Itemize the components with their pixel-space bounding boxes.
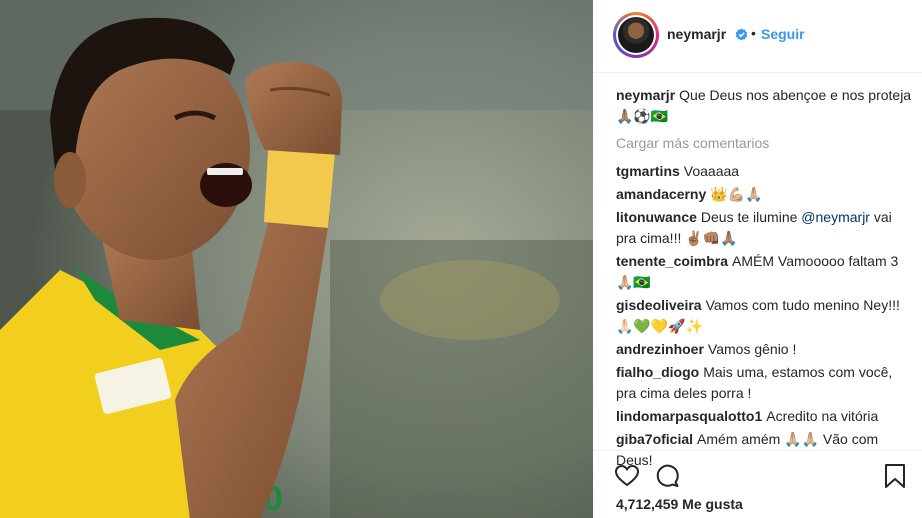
comment-text: Acredito na vitória (766, 408, 879, 424)
comment-username[interactable]: lindomarpasqualotto1 (616, 408, 762, 424)
comment-username[interactable]: litonuwance (616, 209, 697, 225)
comment-username[interactable]: andrezinhoer (616, 341, 704, 357)
comment-icon[interactable] (654, 463, 680, 489)
load-more-comments-button[interactable]: Cargar más comentarios (616, 133, 912, 154)
comment-item: fialho_diogo Mais uma, estamos com você, … (616, 362, 912, 404)
comment-username[interactable]: fialho_diogo (616, 364, 699, 380)
post-header: neymarjr • Seguir (593, 0, 922, 73)
comment-mention-link[interactable]: @neymarjr (801, 209, 870, 225)
comment-item: gisdeoliveira Vamos com tudo menino Ney!!… (616, 295, 912, 337)
likes-count[interactable]: 4,712,459 Me gusta (616, 496, 743, 512)
comment-item: tgmartins Voaaaaa (616, 161, 912, 182)
comment-username[interactable]: amandacerny (616, 186, 706, 202)
avatar[interactable] (613, 12, 659, 58)
avatar-image (616, 15, 656, 55)
bookmark-icon[interactable] (882, 463, 908, 489)
header-separator: • (751, 25, 756, 41)
comment-item: lindomarpasqualotto1 Acredito na vitória (616, 406, 912, 427)
follow-button[interactable]: Seguir (761, 26, 805, 42)
comment-text: 👑💪🏼🙏🏼 (710, 186, 763, 202)
instagram-post: 10 (0, 0, 922, 518)
heart-icon[interactable] (614, 463, 640, 489)
post-side-panel: neymarjr • Seguir neymarjr Que Deus nos a… (593, 0, 922, 518)
comment-text: Deus te ilumine (700, 209, 802, 225)
post-caption: neymarjr Que Deus nos abençoe e nos prote… (616, 85, 912, 127)
comment-text: Vamos gênio ! (707, 341, 797, 357)
comment-item: tenente_coimbra AMÉM Vamooooo faltam 3 🙏🏼… (616, 251, 912, 293)
comment-username[interactable]: gisdeoliveira (616, 297, 702, 313)
player-illustration: 10 (0, 0, 593, 518)
comment-username[interactable]: giba7oficial (616, 431, 693, 447)
comment-text: Voaaaaa (683, 163, 740, 179)
comment-item: amandacerny 👑💪🏼🙏🏼 (616, 184, 912, 205)
caption-username[interactable]: neymarjr (616, 87, 675, 103)
comments-list: neymarjr Que Deus nos abençoe e nos prote… (616, 85, 912, 473)
comment-item: andrezinhoer Vamos gênio ! (616, 339, 912, 360)
comment-username[interactable]: tgmartins (616, 163, 680, 179)
post-photo[interactable]: 10 (0, 0, 593, 518)
header-username[interactable]: neymarjr (667, 26, 726, 42)
action-bar (593, 450, 922, 491)
comment-item: litonuwance Deus te ilumine @neymarjr vai… (616, 207, 912, 249)
verified-badge-icon (735, 28, 748, 41)
comment-username[interactable]: tenente_coimbra (616, 253, 728, 269)
